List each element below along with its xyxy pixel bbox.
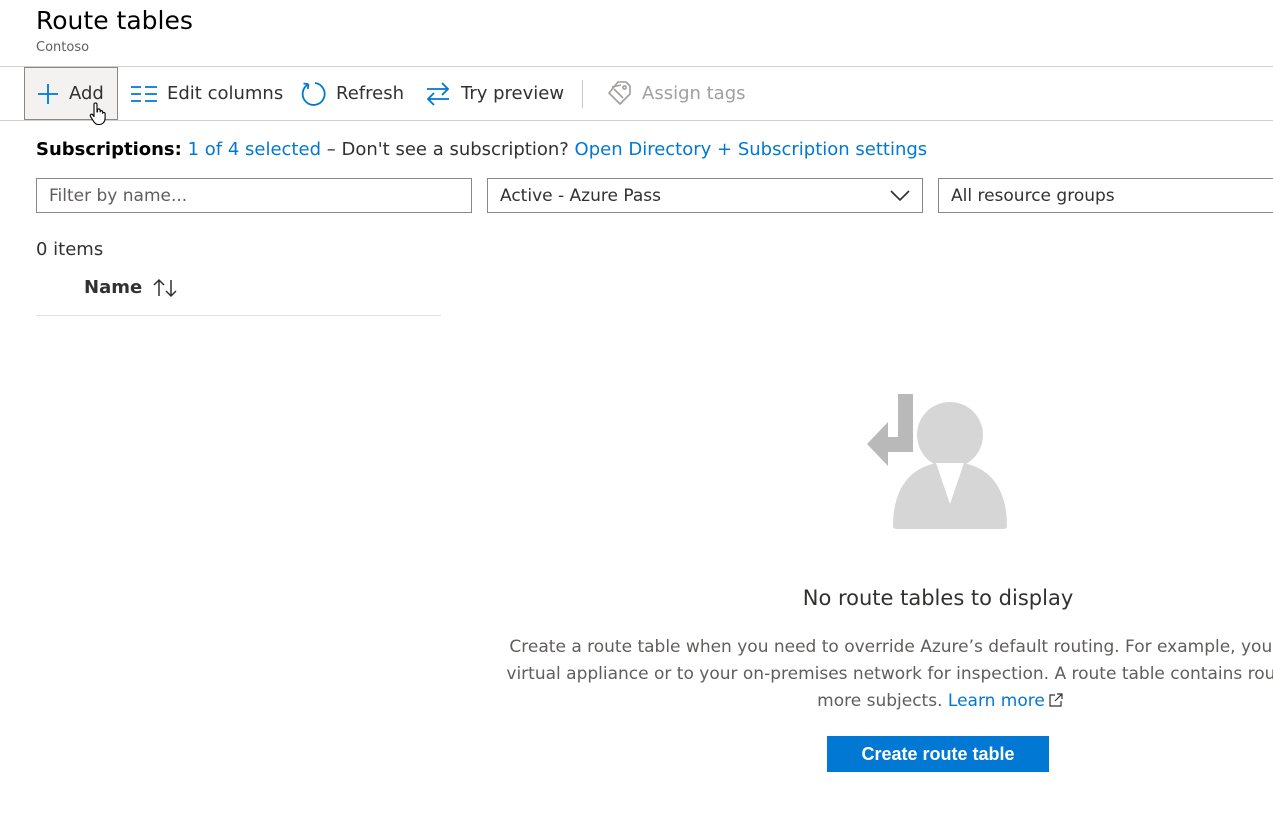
sort-icon: [153, 278, 177, 297]
column-header-divider: [36, 315, 441, 316]
resource-group-dropdown-value: All resource groups: [951, 185, 1115, 206]
edit-columns-button[interactable]: Edit columns: [131, 67, 283, 120]
page-subtitle: Contoso: [36, 40, 90, 55]
assign-tags-button[interactable]: Assign tags: [608, 67, 746, 120]
learn-more-label: Learn more: [947, 691, 1045, 711]
learn-more-link[interactable]: Learn more: [948, 691, 1063, 711]
command-bar: Add Edit columns Refresh Try preview Ass…: [0, 66, 1273, 126]
no-results-illustration: [867, 394, 1007, 529]
refresh-button[interactable]: Refresh: [300, 67, 404, 120]
create-route-table-button[interactable]: Create route table: [827, 736, 1049, 772]
empty-state-description-clip: Create a route table when you need to ov…: [0, 620, 1273, 730]
subscriptions-label: Subscriptions:: [36, 139, 182, 160]
refresh-label: Refresh: [336, 83, 404, 104]
try-preview-label: Try preview: [461, 83, 565, 104]
subscriptions-selected-link[interactable]: 1 of 4 selected: [188, 139, 321, 160]
chevron-down-icon: [890, 189, 910, 201]
try-preview-button[interactable]: Try preview: [425, 67, 564, 120]
subscription-dropdown-value: Active - Azure Pass: [500, 185, 661, 206]
subscription-dropdown[interactable]: Active - Azure Pass: [487, 178, 923, 213]
tag-icon: [608, 80, 631, 105]
subscriptions-prompt: – Don't see a subscription?: [326, 139, 569, 160]
external-link-icon: [1049, 693, 1063, 707]
description-line-3: more subjects.: [817, 691, 943, 711]
edit-columns-label: Edit columns: [167, 83, 284, 104]
add-button-label: Add: [69, 83, 104, 104]
subscriptions-bar: Subscriptions: 1 of 4 selected – Don't s…: [36, 139, 927, 160]
description-line-2: virtual appliance or to your on-premises…: [506, 664, 1273, 684]
item-count: 0 items: [36, 239, 104, 260]
column-header-name-label: Name: [84, 277, 143, 298]
filter-by-name-input[interactable]: [36, 178, 472, 213]
empty-state-description: Create a route table when you need to ov…: [445, 634, 1273, 715]
page-title: Route tables: [36, 6, 193, 35]
toolbar-divider: [582, 80, 583, 108]
description-line-1: Create a route table when you need to ov…: [509, 637, 1273, 657]
resource-group-dropdown[interactable]: All resource groups: [938, 178, 1273, 213]
plus-icon: [38, 83, 58, 104]
refresh-icon: [301, 81, 326, 106]
add-button[interactable]: Add: [24, 67, 118, 126]
swap-arrows-icon: [426, 81, 450, 106]
column-header-name[interactable]: Name: [84, 277, 178, 298]
hand-cursor-icon: [89, 102, 106, 126]
edit-columns-icon: [131, 85, 157, 102]
subscription-settings-link[interactable]: Open Directory + Subscription settings: [575, 139, 928, 160]
description-line-3-wrap: more subjects. Learn more: [445, 688, 1273, 715]
empty-state-title: No route tables to display: [802, 586, 1074, 610]
assign-tags-label: Assign tags: [642, 83, 746, 104]
